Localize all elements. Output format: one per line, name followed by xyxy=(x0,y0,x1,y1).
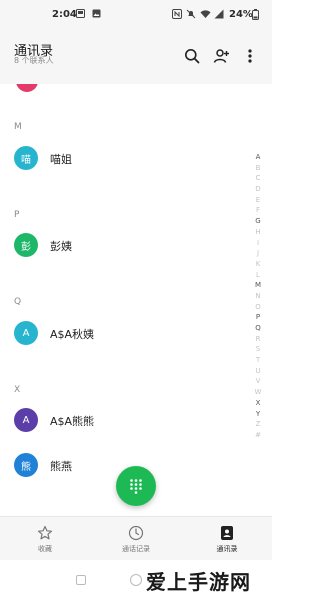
contacts-icon xyxy=(221,526,233,540)
contact-name: 熊燕 xyxy=(50,460,72,473)
contact-row[interactable]: A A$A秋姨 xyxy=(0,313,252,353)
home-button[interactable] xyxy=(130,574,142,586)
index-letter[interactable]: V xyxy=(250,376,266,387)
nav-label: 收藏 xyxy=(38,545,52,553)
avatar: A xyxy=(14,321,38,345)
index-letter[interactable]: F xyxy=(250,205,266,216)
add-contact-button[interactable] xyxy=(211,46,231,66)
index-letter[interactable]: L xyxy=(250,270,266,281)
contact-row[interactable]: A A$A熊熊 xyxy=(0,400,252,440)
index-letter[interactable]: O xyxy=(250,302,266,313)
recents-button[interactable] xyxy=(76,575,86,585)
contact-name: A$A熊熊 xyxy=(50,415,95,428)
index-letter[interactable]: E xyxy=(250,195,266,206)
dialpad-button[interactable] xyxy=(116,466,156,506)
index-letter[interactable]: K xyxy=(250,259,266,270)
contact-count: 8 个联系人 xyxy=(14,56,54,65)
bottom-nav: 收藏 通话记录 通讯录 xyxy=(0,516,272,560)
battery-percent: 24% xyxy=(229,9,253,20)
image-icon xyxy=(92,9,101,22)
mute-icon xyxy=(186,9,196,23)
battery-icon xyxy=(252,9,259,24)
index-letter[interactable]: B xyxy=(250,163,266,174)
index-letter[interactable]: D xyxy=(250,184,266,195)
index-letter[interactable]: T xyxy=(250,355,266,366)
search-icon xyxy=(185,49,200,64)
index-letter[interactable]: R xyxy=(250,334,266,345)
clock-icon xyxy=(128,525,144,541)
section-header-x: X xyxy=(14,385,21,395)
index-letter[interactable]: I xyxy=(250,238,266,249)
avatar: 彭 xyxy=(14,233,38,257)
index-letter[interactable]: G xyxy=(250,216,266,227)
contact-list[interactable]: M 喵 喵姐 P 彭 彭姨 Q A A$A秋姨 X A A$A熊熊 熊 熊燕 xyxy=(0,84,252,516)
index-letter[interactable]: H xyxy=(250,227,266,238)
status-time: 2:04 xyxy=(52,9,77,20)
avatar: 喵 xyxy=(14,146,38,170)
index-letter[interactable]: P xyxy=(250,312,266,323)
watermark-logo: 爱上手游网 xyxy=(146,570,251,594)
status-bar: 2:04 24% xyxy=(0,0,272,32)
index-letter[interactable]: X xyxy=(250,398,266,409)
nav-label: 通讯录 xyxy=(216,545,238,553)
app-header: 通讯录 8 个联系人 xyxy=(0,32,272,84)
index-letter[interactable]: N xyxy=(250,291,266,302)
nav-call-log[interactable]: 通话记录 xyxy=(91,517,181,561)
index-letter[interactable]: W xyxy=(250,387,266,398)
partial-avatar xyxy=(16,84,38,92)
contact-name: 喵姐 xyxy=(50,153,72,166)
index-letter[interactable]: J xyxy=(250,248,266,259)
nav-label: 通话记录 xyxy=(122,545,150,553)
contact-name: A$A秋姨 xyxy=(50,328,95,341)
index-letter[interactable]: A xyxy=(250,152,266,163)
avatar: 熊 xyxy=(14,453,38,477)
index-letter[interactable]: Y xyxy=(250,409,266,420)
nav-favorites[interactable]: 收藏 xyxy=(0,517,90,561)
contact-row[interactable]: 喵 喵姐 xyxy=(0,138,252,178)
index-letter[interactable]: Q xyxy=(250,323,266,334)
alphabet-index[interactable]: A B C D E F G H I J K L M N O P Q R S T U V W X Y Z # xyxy=(250,152,266,441)
star-icon xyxy=(37,525,53,540)
section-header-q: Q xyxy=(14,297,22,307)
index-letter[interactable]: Z xyxy=(250,419,266,430)
dialpad-icon xyxy=(130,479,142,494)
section-header-p: P xyxy=(14,210,20,220)
more-options-button[interactable] xyxy=(240,46,260,66)
section-header-m: M xyxy=(14,122,22,132)
nav-contacts[interactable]: 通讯录 xyxy=(182,517,272,561)
signal-icon xyxy=(214,9,224,23)
more-vert-icon xyxy=(248,49,252,63)
nfc-icon xyxy=(172,9,182,23)
contact-name: 彭姨 xyxy=(50,240,72,253)
index-letter[interactable]: C xyxy=(250,173,266,184)
add-person-icon xyxy=(213,49,229,63)
notification-icon xyxy=(76,9,85,22)
index-letter[interactable]: # xyxy=(250,430,266,441)
wifi-icon xyxy=(200,9,211,23)
index-letter[interactable]: M xyxy=(250,280,266,291)
index-letter[interactable]: U xyxy=(250,366,266,377)
search-button[interactable] xyxy=(182,46,202,66)
contact-row[interactable]: 彭 彭姨 xyxy=(0,225,252,265)
index-letter[interactable]: S xyxy=(250,344,266,355)
avatar: A xyxy=(14,408,38,432)
